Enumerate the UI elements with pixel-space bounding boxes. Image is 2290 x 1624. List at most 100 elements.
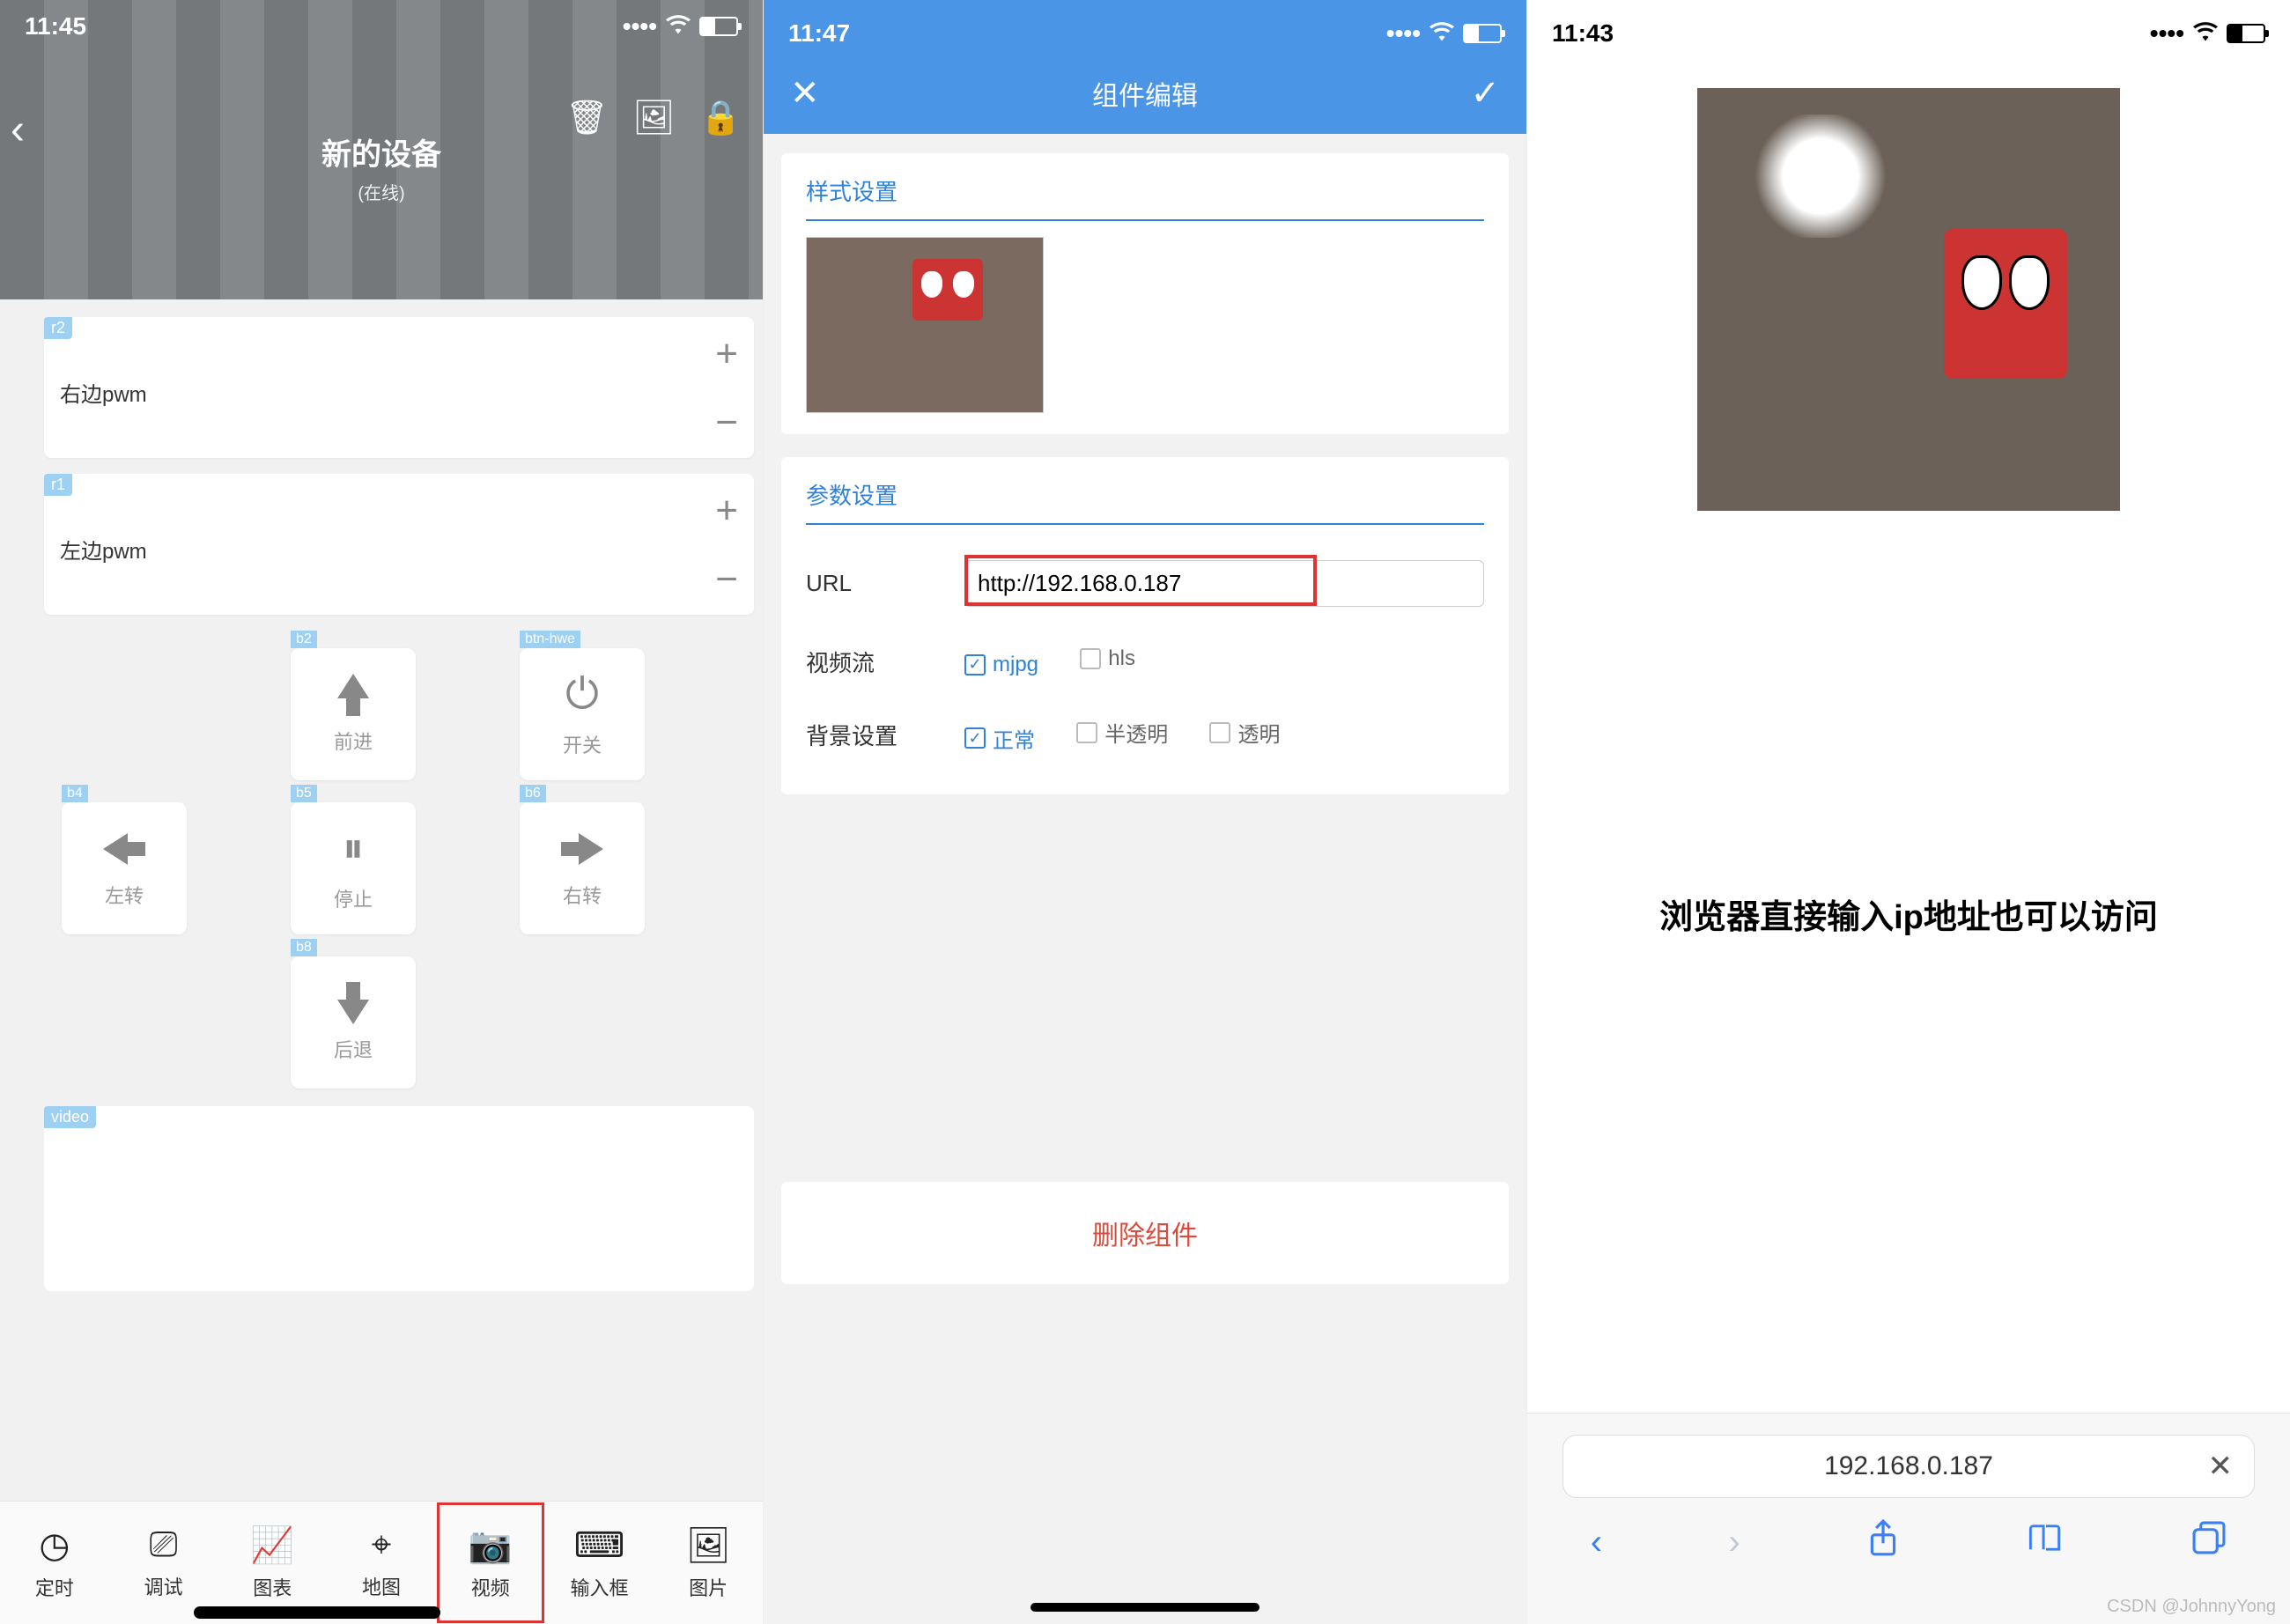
status-bar: 11:47 •••• xyxy=(764,0,1526,53)
safari-toolbar: 192.168.0.187 ✕ ‹ › xyxy=(1527,1413,2290,1624)
browser-back-button[interactable]: ‹ xyxy=(1591,1523,1602,1562)
wifi-icon xyxy=(1429,19,1454,48)
signal-icon: •••• xyxy=(623,12,657,41)
delete-label: 删除组件 xyxy=(1092,1222,1198,1251)
tab-input[interactable]: ⌨输入框 xyxy=(545,1502,654,1624)
button-badge: b4 xyxy=(62,785,88,802)
button-label: 左转 xyxy=(105,881,144,909)
battery-icon xyxy=(2227,24,2265,43)
phone-1-device-editor: 11:45 •••• ‹ 新的设备 (在线) 🗑 🖼 🔒 r2 右边pwm + … xyxy=(0,0,763,1624)
button-label: 右转 xyxy=(563,881,602,909)
tab-label: 图片 xyxy=(689,1573,728,1601)
back-button[interactable]: ‹ xyxy=(11,106,25,154)
card-badge: r1 xyxy=(44,474,72,496)
pwm-card-r1[interactable]: r1 左边pwm + − xyxy=(44,474,754,615)
confirm-button[interactable]: ✓ xyxy=(1470,73,1500,114)
browser-forward-button[interactable]: › xyxy=(1729,1523,1740,1562)
button-badge: btn-hwe xyxy=(520,631,580,648)
tab-label: 调试 xyxy=(144,1572,183,1600)
minus-button[interactable]: − xyxy=(715,560,738,599)
back-button[interactable]: b8 后退 xyxy=(291,956,416,1089)
checkbox-semi[interactable]: 半透明 xyxy=(1076,717,1168,748)
nav-bar: ✕ 组件编辑 ✓ xyxy=(764,53,1526,134)
camera-icon: 📷 xyxy=(469,1524,513,1566)
editor-canvas[interactable]: r2 右边pwm + − r1 左边pwm + − b2 xyxy=(0,299,763,1624)
clock: 11:47 xyxy=(788,19,850,48)
power-icon: ⏻ xyxy=(565,670,599,720)
battery-icon xyxy=(1463,24,1502,43)
plus-button[interactable]: + xyxy=(715,335,738,373)
checkbox-mjpg[interactable]: ✓mjpg xyxy=(964,653,1038,677)
delete-component-button[interactable]: 删除组件 xyxy=(781,1182,1509,1284)
device-status: (在线) xyxy=(358,179,404,204)
power-button[interactable]: btn-hwe ⏻ 开关 xyxy=(520,648,645,780)
tabs-button[interactable] xyxy=(2191,1520,2227,1564)
bookmarks-button[interactable] xyxy=(2027,1522,2065,1562)
tab-label: 定时 xyxy=(35,1573,74,1601)
pwm-label: 左边pwm xyxy=(60,513,147,575)
arrow-left-icon xyxy=(103,833,145,865)
keyboard-icon: ⌨ xyxy=(574,1525,625,1566)
checkbox-normal[interactable]: ✓正常 xyxy=(964,723,1035,754)
picture-icon: 🖼 xyxy=(686,1524,731,1566)
lock-icon[interactable]: 🔒 xyxy=(700,99,742,137)
share-button[interactable] xyxy=(1866,1518,1900,1566)
tab-label: 图表 xyxy=(253,1573,292,1601)
safari-nav-buttons: ‹ › xyxy=(1527,1498,2290,1586)
header-actions: 🗑 🖼 🔒 xyxy=(565,99,742,137)
browser-viewport[interactable]: 浏览器直接输入ip地址也可以访问 xyxy=(1527,53,2290,1624)
status-indicators: •••• xyxy=(1386,19,1502,48)
phone-3-safari-browser: 11:43 •••• 浏览器直接输入ip地址也可以访问 192.168.0.18… xyxy=(1526,0,2290,1624)
control-button-grid: b2 前进 btn-hwe ⏻ 开关 b4 左转 b5 ⏸ 停止 b6 xyxy=(44,631,754,1009)
checkbox-hls[interactable]: hls xyxy=(1080,646,1135,671)
stop-button[interactable]: b5 ⏸ 停止 xyxy=(291,802,416,934)
section-title: 样式设置 xyxy=(806,174,1484,221)
face-mask-overlay xyxy=(1944,229,2067,379)
address-bar[interactable]: 192.168.0.187 ✕ xyxy=(1562,1435,2255,1498)
light-source xyxy=(1750,114,1891,238)
stream-row: 视频流 ✓mjpg hls xyxy=(806,626,1484,698)
camera-stream-image xyxy=(1697,88,2120,511)
checkbox-label: 半透明 xyxy=(1104,717,1168,748)
battery-icon xyxy=(699,17,738,36)
status-indicators: •••• xyxy=(2150,19,2265,48)
video-preview[interactable] xyxy=(806,237,1044,413)
forward-button[interactable]: b2 前进 xyxy=(291,648,416,780)
arrow-up-icon xyxy=(337,674,369,716)
param-section: 参数设置 URL 视频流 ✓mjpg hls 背景设置 ✓正常 半透 xyxy=(781,457,1509,794)
checkbox-transparent[interactable]: 透明 xyxy=(1209,717,1280,748)
map-pin-icon: ⌖ xyxy=(372,1525,392,1565)
style-section: 样式设置 xyxy=(781,153,1509,434)
wifi-icon xyxy=(666,12,691,41)
pwm-card-r2[interactable]: r2 右边pwm + − xyxy=(44,317,754,458)
tab-video[interactable]: 📷视频 xyxy=(436,1502,545,1624)
plus-button[interactable]: + xyxy=(715,491,738,530)
editor-body: 样式设置 参数设置 URL 视频流 ✓mjpg hls xyxy=(764,134,1526,1624)
image-icon[interactable]: 🖼 xyxy=(632,99,675,137)
right-button[interactable]: b6 右转 xyxy=(520,802,645,934)
home-indicator[interactable] xyxy=(1030,1603,1260,1612)
trash-icon[interactable]: 🗑 xyxy=(565,99,608,137)
status-indicators: •••• xyxy=(623,12,738,41)
tab-image[interactable]: 🖼 图片 xyxy=(654,1502,763,1624)
video-component[interactable]: video xyxy=(44,1106,754,1291)
annotation-text: 浏览器直接输入ip地址也可以访问 xyxy=(1659,890,2158,938)
pwm-label: 右边pwm xyxy=(60,356,147,418)
button-badge: b2 xyxy=(291,631,317,648)
code-icon: ⎚ xyxy=(150,1525,178,1565)
minus-button[interactable]: − xyxy=(715,403,738,442)
wifi-icon xyxy=(2193,19,2218,48)
left-button[interactable]: b4 左转 xyxy=(62,802,187,934)
bg-row: 背景设置 ✓正常 半透明 透明 xyxy=(806,698,1484,773)
signal-icon: •••• xyxy=(2150,19,2184,48)
clear-address-button[interactable]: ✕ xyxy=(2208,1449,2234,1484)
close-button[interactable]: ✕ xyxy=(790,73,820,114)
button-label: 前进 xyxy=(334,727,373,755)
pause-icon: ⏸ xyxy=(343,824,364,874)
clock: 11:45 xyxy=(25,12,86,41)
redaction-bar xyxy=(194,1606,440,1619)
button-label: 开关 xyxy=(563,730,602,758)
button-label: 停止 xyxy=(334,884,373,912)
tab-timer[interactable]: ◷定时 xyxy=(0,1502,109,1624)
url-input[interactable] xyxy=(964,560,1484,607)
